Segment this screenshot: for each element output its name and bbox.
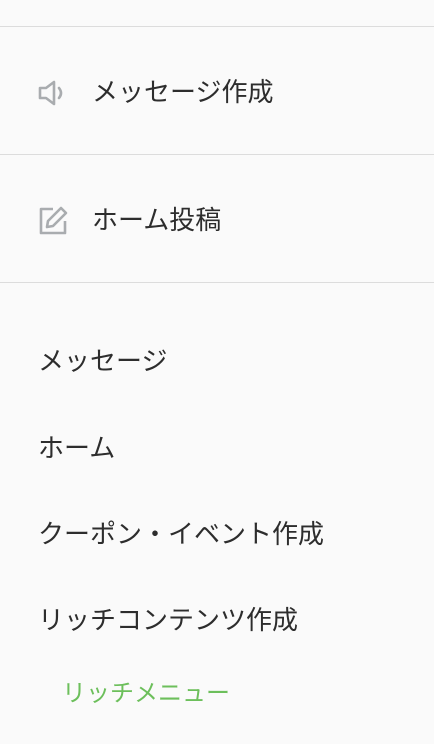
menu-item-message[interactable]: メッセージ [38, 340, 167, 384]
divider-middle [0, 154, 434, 155]
menu-item-coupon-event[interactable]: クーポン・イベント作成 [38, 513, 324, 557]
compose-message-label: メッセージ作成 [92, 78, 274, 108]
home-post-button[interactable]: ホーム投稿 [0, 191, 434, 251]
compose-message-button[interactable]: メッセージ作成 [0, 63, 434, 123]
megaphone-icon [37, 77, 69, 109]
home-post-label: ホーム投稿 [92, 206, 222, 236]
menu-item-rich-content[interactable]: リッチコンテンツ作成 [38, 599, 298, 643]
edit-icon [37, 205, 69, 237]
divider-bottom [0, 282, 434, 283]
submenu-item-rich-menu[interactable]: リッチメニュー [62, 673, 230, 713]
menu-item-home[interactable]: ホーム [38, 427, 115, 471]
divider-top [0, 26, 434, 27]
